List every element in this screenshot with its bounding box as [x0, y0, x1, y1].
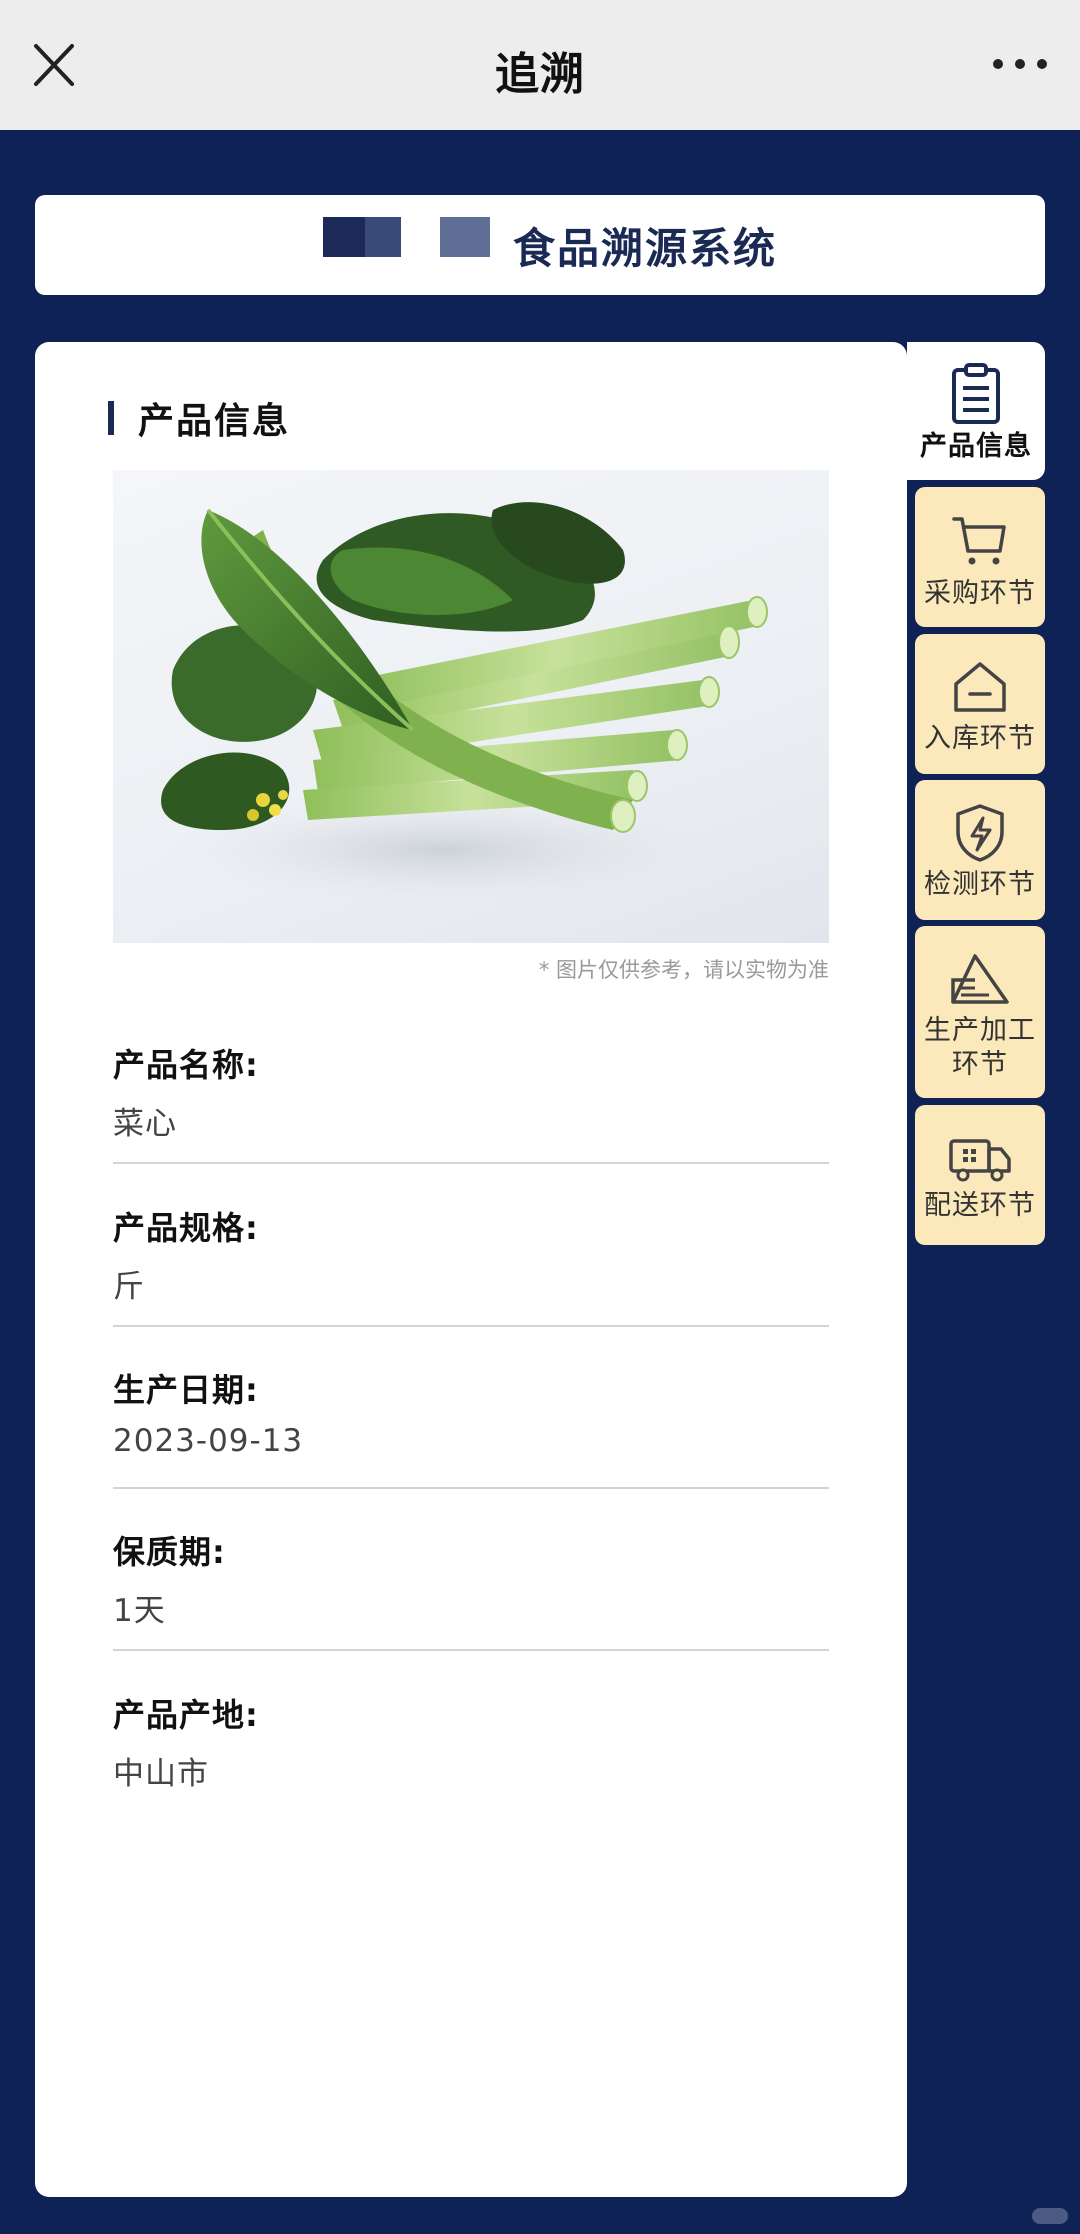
watermark-badge — [1032, 2208, 1068, 2224]
tab-label: 产品信息 — [920, 431, 1032, 462]
redaction-block — [440, 217, 490, 257]
field-value: 1天 — [113, 1593, 166, 1629]
tab-label-line2: 环节 — [952, 1049, 1008, 1080]
more-options-button[interactable] — [990, 52, 1050, 76]
field-label: 产品产地: — [113, 1696, 259, 1734]
tab-inspection[interactable]: 检测环节 — [915, 780, 1045, 920]
tab-label: 采购环节 — [924, 578, 1036, 609]
divider — [113, 1649, 829, 1651]
choy-sum-image — [161, 502, 768, 905]
field-value: 斤 — [113, 1269, 145, 1305]
tab-delivery[interactable]: 配送环节 — [915, 1105, 1045, 1245]
redaction-block — [365, 217, 401, 257]
cart-icon — [952, 517, 1006, 565]
section-title: 产品信息 — [138, 401, 291, 442]
field-value: 菜心 — [113, 1106, 177, 1142]
field-product-spec: 产品规格: 斤 — [113, 1203, 829, 1306]
tab-warehouse[interactable]: 入库环节 — [915, 634, 1045, 774]
page-title: 追溯 — [495, 49, 585, 100]
product-info-card: 产品信息 * 图片仅供参考，请以实物为准 产品名称: 菜心 产品规格: 斤 生产… — [35, 342, 907, 2197]
divider — [113, 1325, 829, 1327]
top-bar: 追溯 — [0, 0, 1080, 130]
system-title-banner: 食品溯源系统 — [35, 195, 1045, 295]
section-header: 产品信息 — [108, 392, 290, 444]
field-shelf-life: 保质期: 1天 — [113, 1527, 829, 1630]
field-label: 产品名称: — [113, 1046, 259, 1084]
field-value: 中山市 — [113, 1756, 209, 1792]
divider — [113, 1162, 829, 1164]
tab-label: 配送环节 — [924, 1190, 1036, 1221]
field-label: 产品规格: — [113, 1209, 259, 1247]
divider — [113, 1487, 829, 1489]
tab-purchase[interactable]: 采购环节 — [915, 487, 1045, 627]
field-product-name: 产品名称: 菜心 — [113, 1040, 829, 1143]
field-value: 2023-09-13 — [113, 1423, 304, 1459]
truck-icon — [949, 1139, 1011, 1182]
photo-disclaimer: * 图片仅供参考，请以实物为准 — [538, 958, 829, 982]
warehouse-icon — [954, 662, 1006, 712]
field-label: 保质期: — [113, 1533, 226, 1571]
tab-label-line1: 生产加工 — [924, 1015, 1036, 1046]
factory-icon — [951, 954, 1009, 1004]
tab-label: 入库环节 — [924, 723, 1036, 754]
product-photo — [113, 470, 829, 943]
system-title: 食品溯源系统 — [513, 224, 778, 273]
more-icon — [993, 59, 1047, 69]
field-production-date: 生产日期: 2023-09-13 — [113, 1365, 829, 1459]
tab-product-info[interactable]: 产品信息 — [907, 342, 1045, 480]
tab-processing[interactable]: 生产加工 环节 — [915, 926, 1045, 1098]
field-origin: 产品产地: 中山市 — [113, 1690, 829, 1793]
shield-bolt-icon — [956, 804, 1004, 862]
field-label: 生产日期: — [113, 1371, 259, 1409]
tab-label: 检测环节 — [924, 869, 1036, 900]
clipboard-icon — [952, 363, 1000, 424]
section-accent-bar — [108, 401, 114, 435]
